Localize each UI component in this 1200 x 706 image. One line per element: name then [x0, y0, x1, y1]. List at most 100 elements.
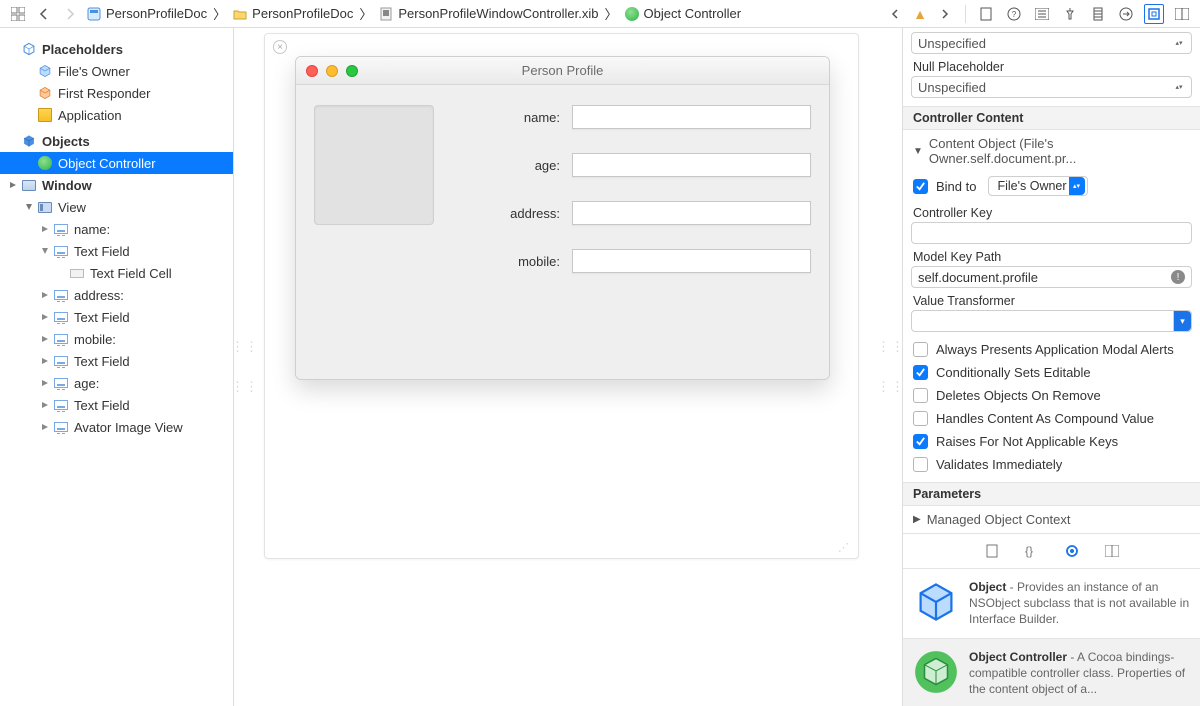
- preview-window[interactable]: Person Profile name: age: address: mobil…: [295, 56, 830, 380]
- form-row-age: age:: [470, 153, 811, 177]
- value-transformer-combo[interactable]: ▾: [911, 310, 1192, 332]
- bind-to-row: Bind to File's Owner ▴▾: [903, 172, 1200, 200]
- outline-label-name[interactable]: name:: [0, 218, 233, 240]
- window-minimize-icon[interactable]: [326, 65, 338, 77]
- label-icon: [52, 290, 70, 300]
- outline-textfield-1[interactable]: Text Field: [0, 240, 233, 262]
- object-controller-icon: [36, 156, 54, 170]
- bind-to-checkbox[interactable]: [913, 179, 928, 194]
- canvas-handle-right[interactable]: ⋮⋮⋮⋮: [882, 28, 900, 706]
- opt-compound-checkbox[interactable]: [913, 411, 928, 426]
- input-name[interactable]: [572, 105, 811, 129]
- opt-validates-checkbox[interactable]: [913, 457, 928, 472]
- effects-inspector-icon[interactable]: [1172, 4, 1192, 24]
- cube-orange-icon: [36, 86, 54, 100]
- outline-label-age[interactable]: age:: [0, 372, 233, 394]
- bind-to-select[interactable]: File's Owner ▴▾: [988, 176, 1087, 196]
- outline-window[interactable]: Window: [0, 174, 233, 196]
- scene-close-button[interactable]: ×: [273, 40, 287, 54]
- placeholder-dropdown-1[interactable]: Unspecified ▴▾: [911, 32, 1192, 54]
- prev-issue-button[interactable]: [885, 4, 905, 24]
- help-inspector-icon[interactable]: ?: [1004, 4, 1024, 24]
- warning-badge-icon: !: [1171, 270, 1185, 284]
- controller-key-input[interactable]: [911, 222, 1192, 244]
- object-controller-icon: [624, 6, 640, 22]
- outline-files-owner[interactable]: File's Owner: [0, 60, 233, 82]
- cube-outline-icon: [20, 42, 38, 56]
- outline-header-objects: Objects: [0, 130, 233, 152]
- content-object-disclosure[interactable]: ▼ Content Object (File's Owner.self.docu…: [903, 130, 1200, 172]
- outline-label-address[interactable]: address:: [0, 284, 233, 306]
- outline-textfieldcell[interactable]: Text Field Cell: [0, 262, 233, 284]
- chevron-icon: 〉: [359, 4, 372, 23]
- forward-button[interactable]: [60, 4, 80, 24]
- crumb-file[interactable]: PersonProfileWindowController.xib: [378, 6, 598, 22]
- opt-raises-checkbox[interactable]: [913, 434, 928, 449]
- outline-view[interactable]: View: [0, 196, 233, 218]
- outline-textfield-4[interactable]: Text Field: [0, 394, 233, 416]
- null-placeholder-dropdown[interactable]: Unspecified ▴▾: [911, 76, 1192, 98]
- lib-object-icon[interactable]: [1063, 542, 1081, 560]
- lib-code-icon[interactable]: {}: [1023, 542, 1041, 560]
- bindings-inspector-icon[interactable]: [1144, 4, 1164, 24]
- next-issue-button[interactable]: [935, 4, 955, 24]
- opt-cond-label: Conditionally Sets Editable: [936, 365, 1091, 380]
- opt-del-label: Deletes Objects On Remove: [936, 388, 1101, 403]
- opt-compound-label: Handles Content As Compound Value: [936, 411, 1154, 426]
- back-button[interactable]: [34, 4, 54, 24]
- related-items-icon[interactable]: [8, 4, 28, 24]
- crumb-project[interactable]: PersonProfileDoc: [86, 6, 207, 22]
- identity-inspector-icon[interactable]: [1032, 4, 1052, 24]
- window-zoom-icon[interactable]: [346, 65, 358, 77]
- opt-always-checkbox[interactable]: [913, 342, 928, 357]
- crumb-object[interactable]: Object Controller: [624, 6, 742, 22]
- moc-disclosure[interactable]: ▶ Managed Object Context: [903, 506, 1200, 533]
- avatar-image-well[interactable]: [314, 105, 434, 225]
- cube-solid-icon: [20, 134, 38, 148]
- window-close-icon[interactable]: [306, 65, 318, 77]
- outline-textfield-2[interactable]: Text Field: [0, 306, 233, 328]
- folder-icon: [232, 6, 248, 22]
- lib-media-icon[interactable]: [1103, 542, 1121, 560]
- opt-cond-checkbox[interactable]: [913, 365, 928, 380]
- outline-textfield-3[interactable]: Text Field: [0, 350, 233, 372]
- section-controller-content: Controller Content: [903, 106, 1200, 130]
- scene-container: × ⋰ Person Profile name: age:: [264, 33, 859, 559]
- size-inspector-icon[interactable]: [1088, 4, 1108, 24]
- canvas-handle-left[interactable]: ⋮⋮⋮⋮: [236, 28, 254, 706]
- label-icon: [52, 246, 70, 256]
- lib-file-icon[interactable]: [983, 542, 1001, 560]
- ib-canvas[interactable]: ⋮⋮⋮⋮ ⋮⋮⋮⋮ × ⋰ Person Profile name:: [234, 28, 902, 706]
- input-age[interactable]: [572, 153, 811, 177]
- label-icon: [52, 400, 70, 410]
- stepper-arrows-icon: ▴▾: [1171, 77, 1187, 97]
- library-item-desc: Object Controller - A Cocoa bindings-com…: [969, 649, 1190, 698]
- xcode-project-icon: [86, 6, 102, 22]
- library-item-object[interactable]: Object - Provides an instance of an NSOb…: [903, 568, 1200, 638]
- input-mobile[interactable]: [572, 249, 811, 273]
- outline-object-controller[interactable]: Object Controller: [0, 152, 233, 174]
- outline-application[interactable]: Application: [0, 104, 233, 126]
- label-icon: [52, 422, 70, 432]
- outline-first-responder[interactable]: First Responder: [0, 82, 233, 104]
- warning-icon[interactable]: ▲: [913, 6, 927, 22]
- input-address[interactable]: [572, 201, 811, 225]
- file-inspector-icon[interactable]: [976, 4, 996, 24]
- window-content-view: name: age: address: mobile:: [296, 85, 829, 379]
- document-outline[interactable]: Placeholders File's Owner First Responde…: [0, 28, 234, 706]
- scene-resize-handle[interactable]: ⋰: [838, 541, 850, 554]
- xib-file-icon: [378, 6, 394, 22]
- outline-header-placeholders: Placeholders: [0, 38, 233, 60]
- controller-key-label: Controller Key: [913, 206, 1190, 220]
- opt-del-checkbox[interactable]: [913, 388, 928, 403]
- outline-avatar-imageview[interactable]: Avator Image View: [0, 416, 233, 438]
- connections-inspector-icon[interactable]: [1116, 4, 1136, 24]
- crumb-folder[interactable]: PersonProfileDoc: [232, 6, 353, 22]
- library-filter-bar: {}: [903, 533, 1200, 568]
- outline-label-mobile[interactable]: mobile:: [0, 328, 233, 350]
- model-key-path-input[interactable]: self.document.profile !: [911, 266, 1192, 288]
- attributes-inspector-icon[interactable]: [1060, 4, 1080, 24]
- library-item-object-controller[interactable]: Object Controller - A Cocoa bindings-com…: [903, 638, 1200, 706]
- inspector-panel: Unspecified ▴▾ Null Placeholder Unspecif…: [902, 28, 1200, 706]
- toolbar: PersonProfileDoc 〉 PersonProfileDoc 〉 Pe…: [0, 0, 1200, 28]
